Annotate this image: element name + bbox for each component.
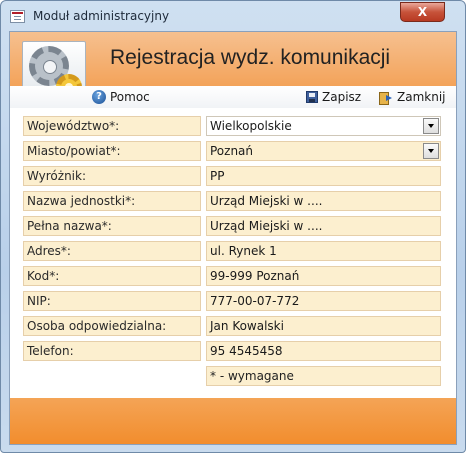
form-title: Rejestracja wydz. komunikacji	[110, 46, 391, 69]
save-label: Zapisz	[322, 90, 362, 104]
field-label: Województwo*:	[23, 116, 201, 136]
footer-band	[10, 398, 456, 444]
telefon-input[interactable]: 95 4545458	[206, 341, 441, 361]
chevron-down-icon[interactable]	[423, 143, 439, 159]
adres-input[interactable]: ul. Rynek 1	[206, 241, 441, 261]
help-label: Pomoc	[110, 90, 150, 104]
field-label: Osoba odpowiedzialna:	[23, 316, 201, 336]
wyroznik-input[interactable]: PP	[206, 166, 441, 186]
field-row-nip: NIP: 777-00-07-772	[23, 291, 443, 311]
chevron-down-icon[interactable]	[423, 118, 439, 134]
floppy-disk-icon	[306, 91, 318, 103]
field-label: Pełna nazwa*:	[23, 216, 201, 236]
toolbar: ? Pomoc Zapisz Zamknij	[10, 86, 456, 108]
field-row-wojewodztwo: Województwo*: Wielkopolskie	[23, 116, 443, 136]
pelna-nazwa-input[interactable]: Urząd Miejski w ....	[206, 216, 441, 236]
question-icon: ?	[92, 90, 106, 104]
field-label: Adres*:	[23, 241, 201, 261]
close-form-label: Zamknij	[397, 90, 446, 104]
help-button[interactable]: ? Pomoc	[92, 89, 150, 105]
field-row-osoba: Osoba odpowiedzialna: Jan Kowalski	[23, 316, 443, 336]
field-label: Telefon:	[23, 341, 201, 361]
window-close-button[interactable]: X	[400, 2, 445, 22]
field-row-nazwa-jednostki: Nazwa jednostki*: Urząd Miejski w ....	[23, 191, 443, 211]
nip-input[interactable]: 777-00-07-772	[206, 291, 441, 311]
exit-door-icon	[379, 91, 393, 105]
window-title: Moduł administracyjny	[33, 9, 170, 23]
form-app-icon	[10, 10, 25, 23]
field-row-adres: Adres*: ul. Rynek 1	[23, 241, 443, 261]
field-row-pelna-nazwa: Pełna nazwa*: Urząd Miejski w ....	[23, 216, 443, 236]
save-button[interactable]: Zapisz	[306, 89, 361, 105]
field-label: Nazwa jednostki*:	[23, 191, 201, 211]
field-value: Wielkopolskie	[210, 119, 292, 133]
field-label: Kod*:	[23, 266, 201, 286]
osoba-input[interactable]: Jan Kowalski	[206, 316, 441, 336]
nazwa-jednostki-input[interactable]: Urząd Miejski w ....	[206, 191, 441, 211]
field-row-wyroznik: Wyróżnik: PP	[23, 166, 443, 186]
field-row-miasto: Miasto/powiat*: Poznań	[23, 141, 443, 161]
app-window: Moduł administracyjny X Rejestracja wydz…	[0, 0, 466, 453]
field-value: Poznań	[210, 144, 254, 158]
title-bar: Moduł administracyjny X	[1, 1, 465, 31]
miasto-dropdown[interactable]: Poznań	[206, 141, 441, 161]
wojewodztwo-dropdown[interactable]: Wielkopolskie	[206, 116, 441, 136]
header-band: Rejestracja wydz. komunikacji	[10, 32, 456, 105]
field-row-kod: Kod*: 99-999 Poznań	[23, 266, 443, 286]
close-form-button[interactable]: Zamknij	[379, 89, 446, 105]
field-label: Miasto/powiat*:	[23, 141, 201, 161]
required-note: * - wymagane	[206, 366, 441, 386]
field-row-telefon: Telefon: 95 4545458	[23, 341, 443, 361]
field-label: Wyróżnik:	[23, 166, 201, 186]
field-label: NIP:	[23, 291, 201, 311]
kod-input[interactable]: 99-999 Poznań	[206, 266, 441, 286]
form-client-area: Rejestracja wydz. komunikacji ? Pomoc Za…	[9, 31, 457, 445]
